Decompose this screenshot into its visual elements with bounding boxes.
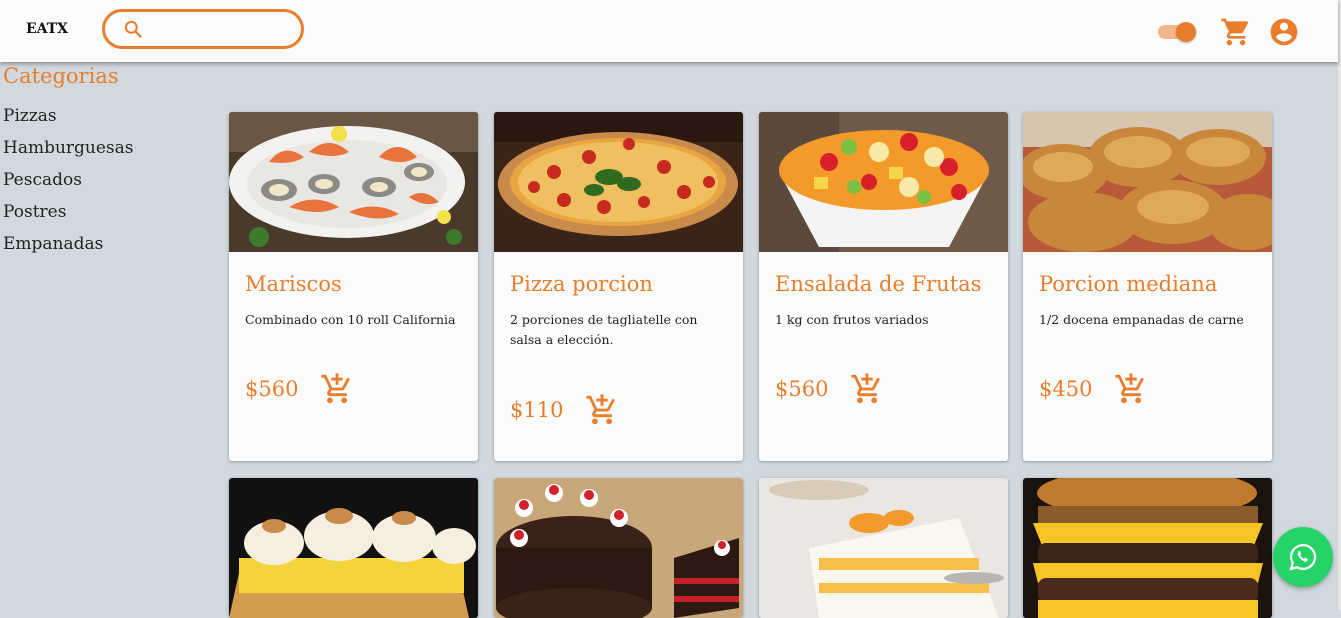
product-image-fruit-salad[interactable]: [759, 112, 1008, 252]
cart-icon[interactable]: [1220, 16, 1252, 48]
category-item-pescados[interactable]: Pescados: [3, 170, 203, 202]
product-card[interactable]: Pizza porcion 2 porciones de tagliatelle…: [494, 112, 743, 461]
product-card[interactable]: [1023, 478, 1272, 618]
add-to-cart-icon[interactable]: [850, 372, 884, 406]
price-row: $110: [510, 393, 619, 427]
product-title: Ensalada de Frutas: [775, 272, 982, 296]
product-card[interactable]: Mariscos Combinado con 10 roll Californi…: [229, 112, 478, 461]
add-to-cart-icon[interactable]: [320, 372, 354, 406]
product-card[interactable]: [229, 478, 478, 618]
product-image-lemon-pie[interactable]: [229, 478, 478, 618]
search-icon[interactable]: [123, 19, 143, 39]
product-image-burger[interactable]: [1023, 478, 1272, 618]
product-price: $560: [245, 377, 299, 401]
category-item-postres[interactable]: Postres: [3, 202, 203, 234]
price-row: $560: [775, 372, 884, 406]
product-card[interactable]: [759, 478, 1008, 618]
add-to-cart-icon[interactable]: [1114, 372, 1148, 406]
price-row: $560: [245, 372, 354, 406]
category-list: Pizzas Hamburguesas Pescados Postres Emp…: [3, 106, 203, 266]
product-price: $450: [1039, 377, 1093, 401]
search-box[interactable]: [102, 9, 304, 49]
categories-title: Categorias: [3, 64, 119, 88]
product-price: $560: [775, 377, 829, 401]
product-card[interactable]: [494, 478, 743, 618]
product-image-chocolate-cake[interactable]: [494, 478, 743, 618]
product-description: 2 porciones de tagliatelle con salsa a e…: [510, 312, 698, 347]
product-image-peach-cake[interactable]: [759, 478, 1008, 618]
product-title: Pizza porcion: [510, 272, 653, 296]
product-description: 1/2 docena empanadas de carne: [1039, 312, 1244, 327]
toggle-knob[interactable]: [1176, 22, 1196, 42]
product-price: $110: [510, 398, 564, 422]
product-image-empanadas[interactable]: [1023, 112, 1272, 252]
search-input[interactable]: [151, 20, 295, 38]
category-item-hamburguesas[interactable]: Hamburguesas: [3, 138, 203, 170]
account-icon[interactable]: [1268, 16, 1300, 48]
brand-logo[interactable]: EATX: [26, 21, 68, 37]
product-image-seafood[interactable]: [229, 112, 478, 252]
top-bar: EATX: [0, 0, 1338, 62]
whatsapp-icon: [1289, 543, 1317, 571]
theme-toggle[interactable]: [1158, 22, 1196, 42]
product-card[interactable]: Porcion mediana 1/2 docena empanadas de …: [1023, 112, 1272, 461]
category-item-pizzas[interactable]: Pizzas: [3, 106, 203, 138]
product-title: Porcion mediana: [1039, 272, 1218, 296]
product-card[interactable]: Ensalada de Frutas 1 kg con frutos varia…: [759, 112, 1008, 461]
price-row: $450: [1039, 372, 1148, 406]
whatsapp-button[interactable]: [1273, 527, 1333, 587]
product-image-pizza[interactable]: [494, 112, 743, 252]
add-to-cart-icon[interactable]: [585, 393, 619, 427]
product-description: 1 kg con frutos variados: [775, 312, 929, 327]
category-item-empanadas[interactable]: Empanadas: [3, 234, 203, 266]
category-sidebar: Categorias Pizzas Hamburguesas Pescados …: [3, 62, 203, 266]
product-description: Combinado con 10 roll California: [245, 312, 456, 327]
product-title: Mariscos: [245, 272, 342, 296]
